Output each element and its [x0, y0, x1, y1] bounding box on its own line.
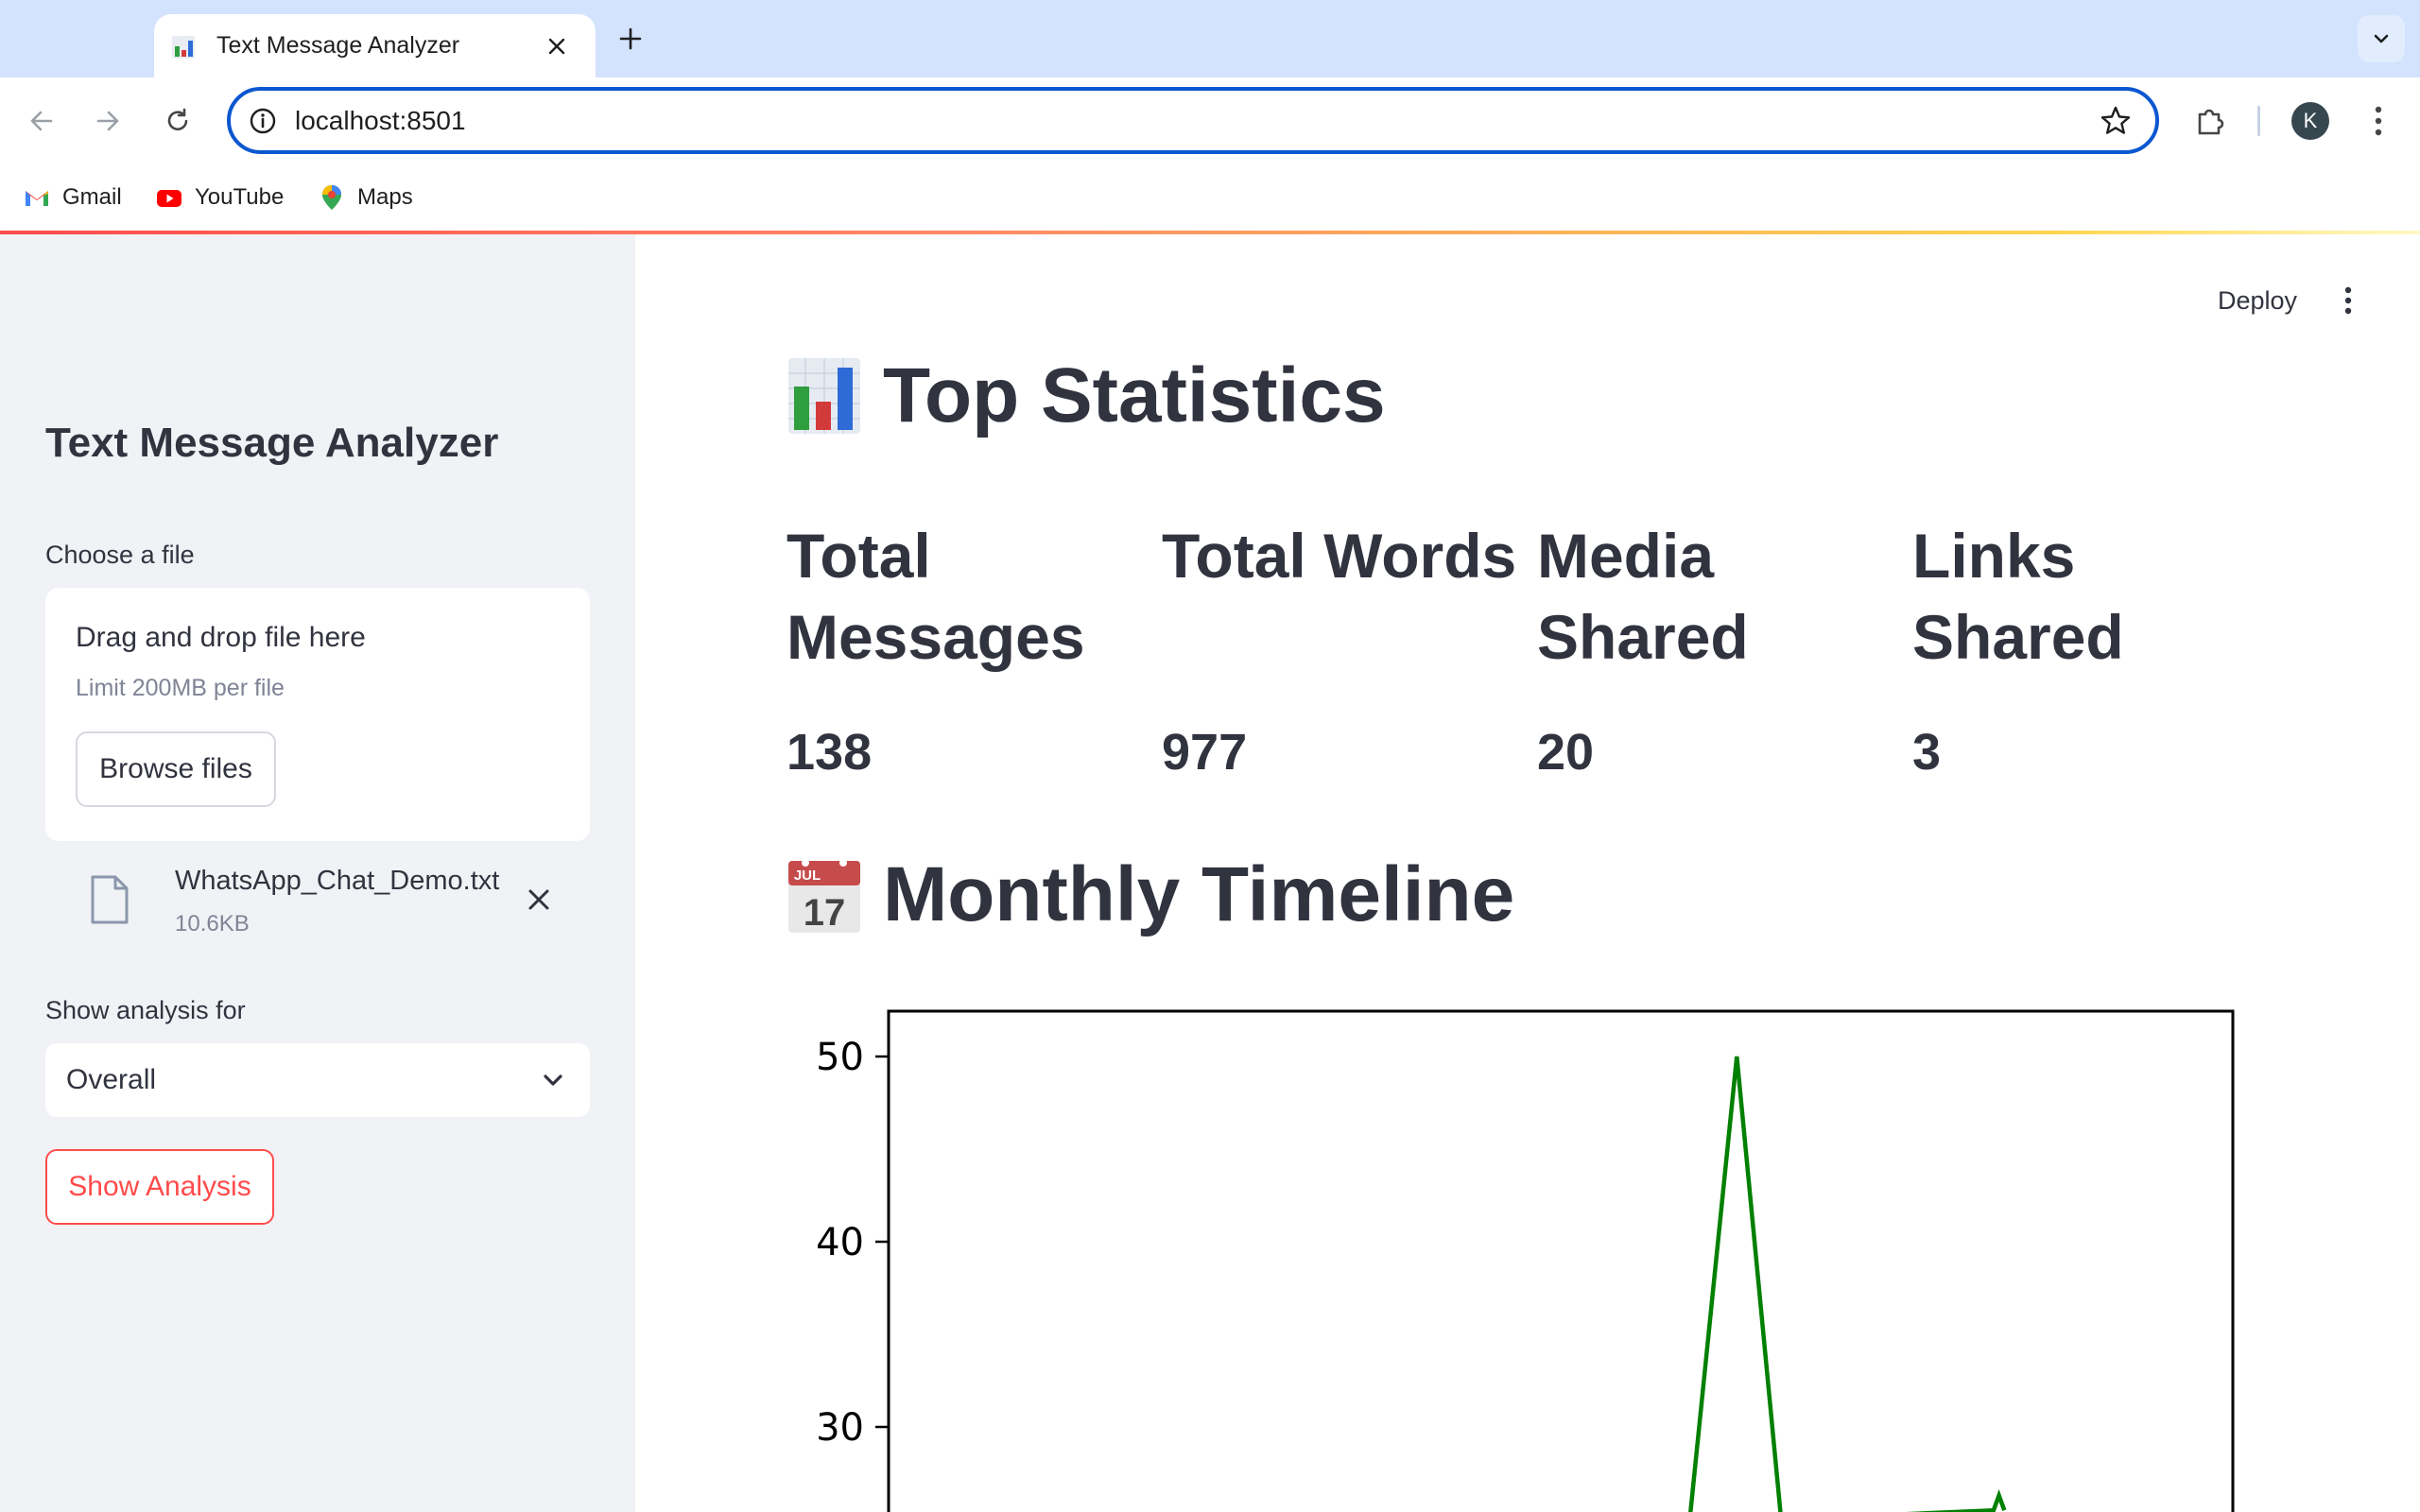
bar-chart-emoji-icon — [788, 358, 860, 434]
tab-close-icon[interactable] — [542, 31, 572, 61]
remove-file-close-icon[interactable] — [520, 881, 558, 919]
browser-toolbar: localhost:8501 K — [0, 77, 2420, 164]
bookmark-label: Gmail — [62, 184, 122, 210]
bookmark-youtube[interactable]: YouTube — [155, 178, 284, 217]
metric-label: Total Messages — [786, 521, 1085, 672]
monthly-timeline-title: Monthly Timeline — [883, 851, 1515, 937]
calendar-emoji-icon: JUL 17 — [788, 859, 860, 934]
bookmark-maps[interactable]: Maps — [318, 178, 413, 217]
top-statistics-heading: Top Statistics — [786, 352, 1386, 440]
file-uploader-label: Choose a file — [45, 541, 195, 569]
uploaded-file: WhatsApp_Chat_Demo.txt 10.6KB — [45, 858, 590, 953]
bookmark-label: Maps — [357, 184, 413, 210]
bar-chart-favicon-icon — [172, 36, 195, 59]
y-tick-label: 30 — [816, 1406, 864, 1450]
profile-avatar[interactable]: K — [2291, 102, 2329, 140]
dropzone-limit: Limit 200MB per file — [76, 675, 285, 701]
metric-total-messages: Total Messages 138 — [786, 515, 1146, 781]
file-dropzone[interactable]: Drag and drop file here Limit 200MB per … — [45, 588, 590, 841]
tab-search-chevron-icon[interactable] — [2358, 15, 2405, 62]
y-tick-label: 40 — [816, 1221, 864, 1264]
url-text: localhost:8501 — [295, 106, 466, 135]
select-current-value: Overall — [66, 1064, 157, 1095]
app-menu-kebab-icon[interactable] — [2329, 280, 2367, 321]
browser-tab-active[interactable]: Text Message Analyzer — [154, 14, 596, 77]
sidebar-title: Text Message Analyzer — [45, 420, 499, 466]
browse-files-button[interactable]: Browse files — [76, 731, 276, 807]
toolbar-divider — [2257, 106, 2260, 136]
youtube-icon — [157, 190, 182, 207]
metric-value: 3 — [1912, 724, 1942, 781]
gmail-icon — [26, 191, 48, 206]
calendar-month-text: JUL — [794, 868, 821, 884]
metric-links-shared: Links Shared 3 — [1912, 515, 2272, 781]
forward-arrow-icon[interactable] — [87, 100, 129, 142]
bookmark-gmail[interactable]: Gmail — [23, 178, 122, 217]
extensions-puzzle-icon[interactable] — [2189, 100, 2231, 142]
y-tick-label: 50 — [816, 1036, 864, 1079]
dropzone-instructions: Drag and drop file here — [76, 622, 366, 653]
metric-label: Media Shared — [1537, 521, 1749, 672]
analysis-user-select[interactable]: Overall — [45, 1043, 590, 1117]
uploaded-file-name: WhatsApp_Chat_Demo.txt — [175, 866, 500, 896]
reload-icon[interactable] — [157, 100, 199, 142]
show-analysis-button[interactable]: Show Analysis — [45, 1149, 274, 1225]
site-info-icon[interactable] — [248, 106, 278, 136]
tab-title: Text Message Analyzer — [216, 32, 460, 59]
uploaded-file-size: 10.6KB — [175, 911, 250, 936]
calendar-day-text: 17 — [804, 892, 846, 934]
metric-total-words: Total Words 977 — [1162, 515, 1521, 781]
maps-icon — [322, 185, 341, 210]
browser-menu-kebab-icon[interactable] — [2360, 100, 2397, 142]
address-bar[interactable]: localhost:8501 — [227, 87, 2159, 154]
deploy-button[interactable]: Deploy — [2203, 274, 2312, 327]
browser-tab-strip: Text Message Analyzer — [0, 0, 2420, 77]
metric-value: 20 — [1537, 724, 1595, 781]
timeline-series-line — [1688, 1056, 2007, 1512]
metric-value: 138 — [786, 724, 873, 781]
metric-label: Links Shared — [1912, 521, 2124, 672]
bookmark-star-icon[interactable] — [2099, 104, 2133, 138]
bookmarks-bar: Gmail YouTube Maps — [0, 164, 2420, 231]
bookmark-label: YouTube — [195, 184, 285, 210]
top-statistics-title: Top Statistics — [883, 352, 1386, 438]
metric-media-shared: Media Shared 20 — [1537, 515, 1896, 781]
chevron-down-icon — [544, 1074, 562, 1086]
file-document-icon — [91, 875, 129, 924]
analysis-select-label: Show analysis for — [45, 996, 246, 1024]
chart-axes-frame — [887, 1009, 2235, 1512]
monthly-timeline-heading: JUL 17 Monthly Timeline — [786, 850, 1514, 939]
sidebar: Text Message Analyzer Choose a file Drag… — [0, 234, 635, 1512]
new-tab-plus-icon[interactable] — [613, 21, 648, 57]
metric-label: Total Words — [1162, 521, 1517, 591]
metric-value: 977 — [1162, 724, 1248, 781]
monthly-timeline-chart: 30 40 50 — [816, 1009, 2235, 1512]
back-arrow-icon[interactable] — [21, 100, 62, 142]
